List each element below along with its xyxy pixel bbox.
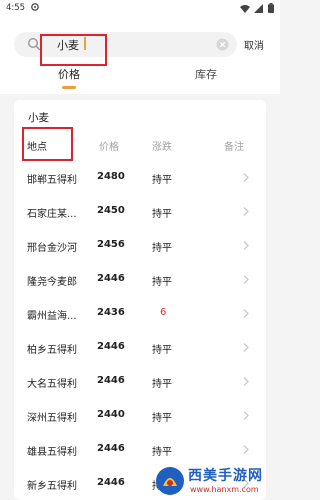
table-row[interactable]: 深州五得利 2440 持平 xyxy=(14,409,266,443)
chevron-right-icon[interactable] xyxy=(242,308,250,319)
watermark-title: 西美手游网 xyxy=(188,468,263,484)
row-location: 邯郸五得利 xyxy=(27,175,77,186)
row-price: 2450 xyxy=(97,205,125,216)
row-change: 持平 xyxy=(152,413,172,424)
row-change: 持平 xyxy=(152,345,172,356)
row-location: 隆尧今麦郎 xyxy=(27,277,77,288)
location-highlight-box xyxy=(22,127,73,161)
table-row[interactable]: 大名五得利 2446 持平 xyxy=(14,375,266,409)
table-row[interactable]: 霸州益海... 2436 6 xyxy=(14,307,266,341)
clear-icon[interactable] xyxy=(216,38,229,51)
chevron-right-icon[interactable] xyxy=(242,240,250,251)
table-row[interactable]: 石家庄某... 2450 持平 xyxy=(14,205,266,239)
row-price: 2446 xyxy=(97,375,125,386)
tab-stock[interactable]: 库存 xyxy=(195,66,217,82)
row-price: 2446 xyxy=(97,443,125,454)
row-change: 持平 xyxy=(152,243,172,254)
row-change: 6 xyxy=(160,307,167,318)
search-highlight-box xyxy=(40,34,107,66)
status-bar: 4:55 xyxy=(0,0,280,22)
row-change: 持平 xyxy=(152,277,172,288)
row-change: 持平 xyxy=(152,209,172,220)
active-tab-indicator xyxy=(62,86,76,89)
row-location: 邢台金沙河 xyxy=(27,243,77,254)
row-price: 2436 xyxy=(97,307,125,318)
header: 小麦 取消 价格 库存 xyxy=(0,22,280,94)
signal-icon xyxy=(254,3,264,13)
row-location: 深州五得利 xyxy=(27,413,77,424)
row-location: 霸州益海... xyxy=(27,311,77,322)
chevron-right-icon[interactable] xyxy=(242,410,250,421)
wifi-icon xyxy=(239,4,250,13)
watermark-logo-icon xyxy=(156,467,184,495)
settings-gear-icon xyxy=(31,3,39,11)
table-row[interactable]: 邯郸五得利 2480 持平 xyxy=(14,171,266,205)
row-location: 新乡五得利 xyxy=(27,481,77,492)
row-change: 持平 xyxy=(152,447,172,458)
column-header-price: 价格 xyxy=(99,142,119,153)
status-time: 4:55 xyxy=(6,3,26,13)
cancel-button[interactable]: 取消 xyxy=(244,37,264,52)
table-row[interactable]: 隆尧今麦郎 2446 持平 xyxy=(14,273,266,307)
status-icons xyxy=(238,3,274,14)
row-price: 2446 xyxy=(97,477,125,488)
chevron-right-icon[interactable] xyxy=(242,376,250,387)
row-location: 石家庄某... xyxy=(27,209,77,220)
row-location: 雄县五得利 xyxy=(27,447,77,458)
card-title: 小麦 xyxy=(28,112,49,124)
row-price: 2446 xyxy=(97,341,125,352)
column-header-note: 备注 xyxy=(224,142,244,153)
chevron-right-icon[interactable] xyxy=(242,342,250,353)
tab-price[interactable]: 价格 xyxy=(58,66,80,82)
watermark: 西美手游网 www.hanxm.com xyxy=(150,463,280,500)
row-price: 2446 xyxy=(97,273,125,284)
row-change: 持平 xyxy=(152,379,172,390)
row-location: 柏乡五得利 xyxy=(27,345,77,356)
row-price: 2456 xyxy=(97,239,125,250)
chevron-right-icon[interactable] xyxy=(242,444,250,455)
row-location: 大名五得利 xyxy=(27,379,77,390)
row-price: 2440 xyxy=(97,409,125,420)
watermark-url: www.hanxm.com xyxy=(190,485,259,494)
battery-icon xyxy=(268,3,274,13)
chevron-right-icon[interactable] xyxy=(242,206,250,217)
table-row[interactable]: 柏乡五得利 2446 持平 xyxy=(14,341,266,375)
chevron-right-icon[interactable] xyxy=(242,172,250,183)
row-price: 2480 xyxy=(97,171,125,182)
price-card: 小麦 地点 价格 涨跌 备注 邯郸五得利 2480 持平 石家庄某... 245… xyxy=(14,100,266,500)
column-header-change: 涨跌 xyxy=(152,142,172,153)
search-input[interactable]: 小麦 xyxy=(14,32,237,66)
search-icon xyxy=(27,37,41,51)
row-change: 持平 xyxy=(152,175,172,186)
chevron-right-icon[interactable] xyxy=(242,274,250,285)
table-row[interactable]: 邢台金沙河 2456 持平 xyxy=(14,239,266,273)
